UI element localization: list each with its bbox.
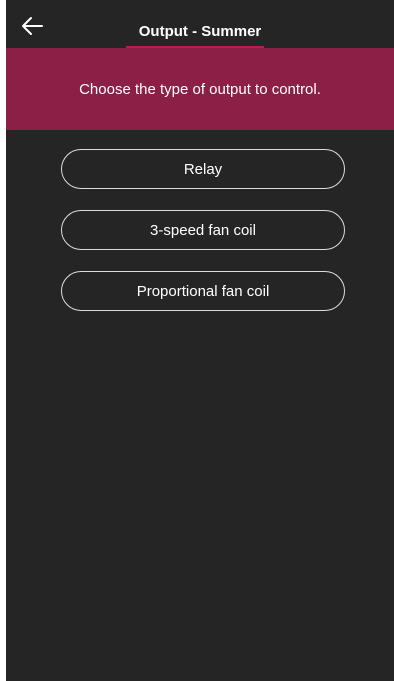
- relay-button-label: Relay: [183, 160, 223, 178]
- instruction-text: Choose the type of output to control.: [79, 80, 321, 98]
- proportional-fan-coil-button[interactable]: Proportional fan coil: [61, 271, 345, 311]
- app-screen: Output - Summer Choose the type of outpu…: [6, 0, 394, 681]
- instruction-banner: Choose the type of output to control.: [6, 48, 394, 130]
- page-title: Output - Summer: [138, 23, 262, 40]
- three-speed-fan-coil-label: 3-speed fan coil: [150, 221, 256, 239]
- top-bar: Output - Summer: [6, 0, 394, 48]
- output-type-options: Relay 3-speed fan coil Proportional fan …: [61, 149, 345, 332]
- three-speed-fan-coil-button[interactable]: 3-speed fan coil: [61, 210, 345, 250]
- proportional-fan-coil-label: Proportional fan coil: [136, 282, 270, 300]
- relay-button[interactable]: Relay: [61, 149, 345, 189]
